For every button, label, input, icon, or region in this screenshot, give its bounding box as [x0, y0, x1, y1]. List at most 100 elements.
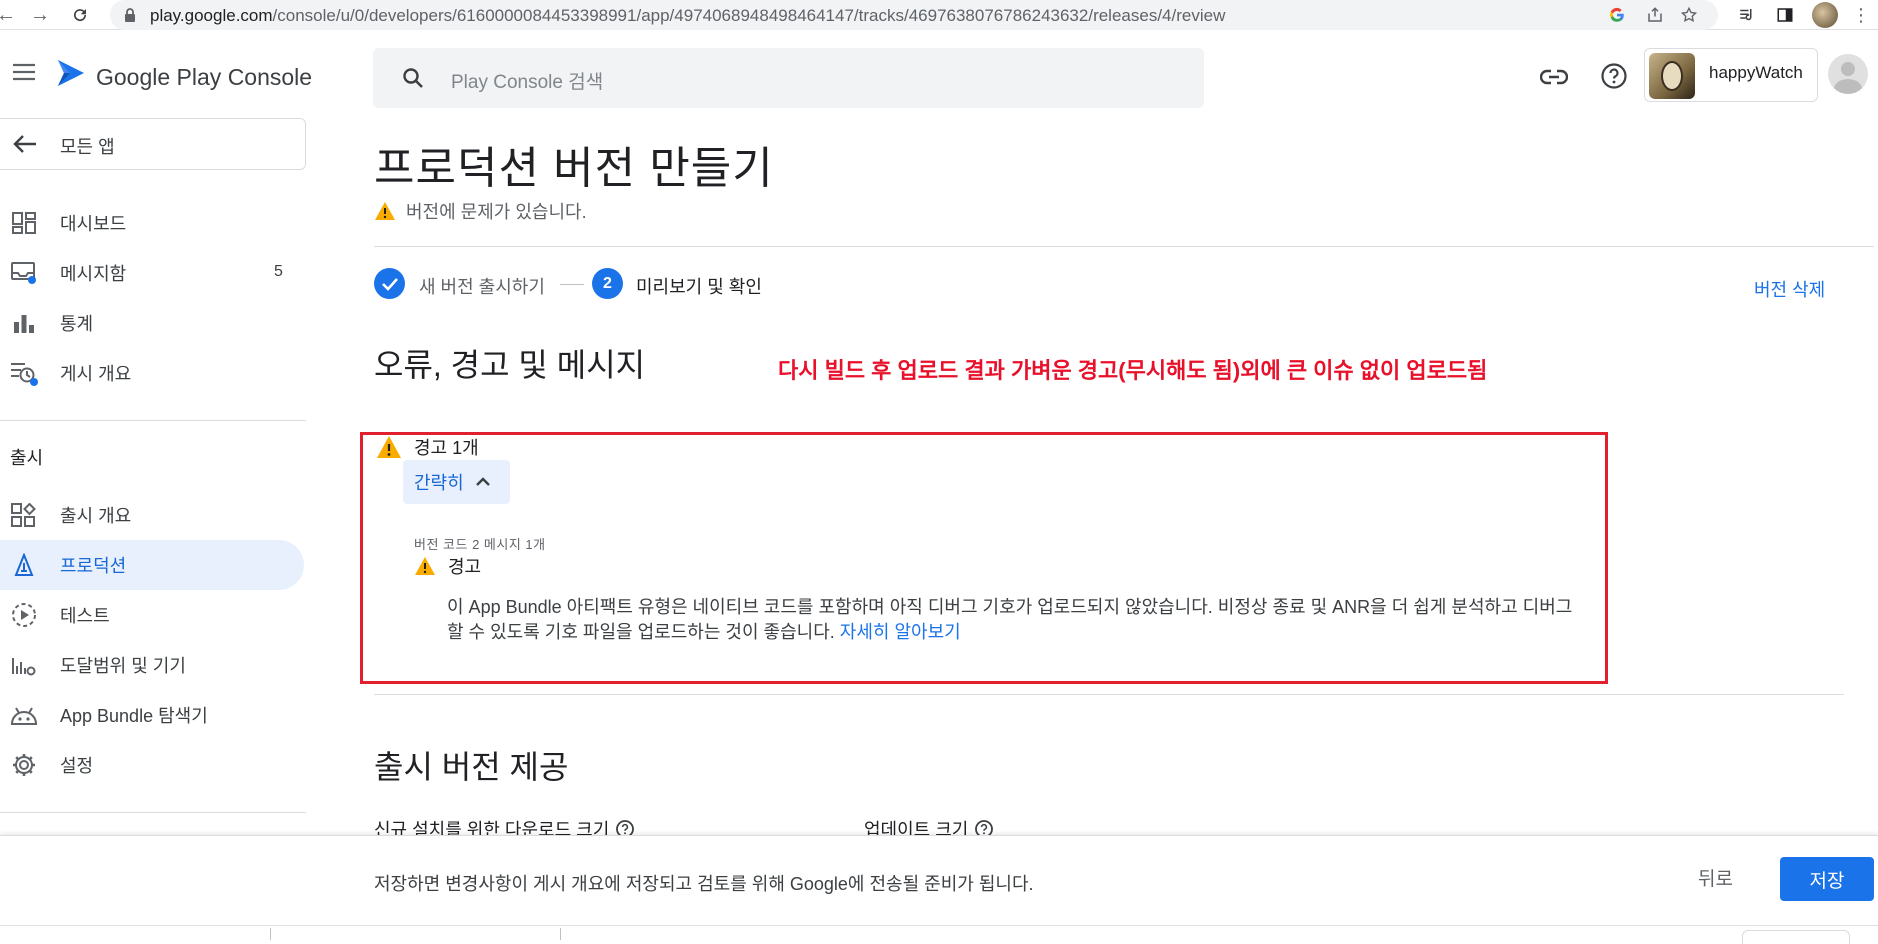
collapse-label: 간략히 — [414, 473, 464, 493]
unread-count-badge: 5 — [274, 263, 283, 280]
all-apps-label: 모든 앱 — [60, 137, 115, 157]
footer-divider — [560, 928, 561, 940]
google-icon[interactable] — [1606, 4, 1628, 26]
release-overview-icon — [10, 501, 38, 529]
bar-chart-icon — [10, 309, 38, 337]
sidebar-item-label: 통계 — [60, 314, 94, 334]
step-2-label: 미리보기 및 확인 — [636, 277, 762, 297]
message-kind-label: 경고 — [448, 557, 482, 577]
message-meta: 버전 코드 2 메시지 1개 — [414, 537, 546, 552]
step-2-number: 2 — [592, 268, 623, 299]
sidebar-divider — [0, 812, 306, 813]
search-bar[interactable]: Play Console 검색 — [373, 48, 1204, 108]
save-notice-text: 저장하면 변경사항이 게시 개요에 저장되고 검토를 위해 Google에 전송… — [374, 874, 1034, 894]
url-path: /console/u/0/developers/6160000084453398… — [272, 6, 1226, 25]
arrow-back-icon — [12, 133, 38, 155]
link-icon[interactable] — [1540, 65, 1568, 89]
sidebar-item-statistics[interactable]: 통계 — [0, 298, 304, 348]
warning-summary: 경고 1개 — [376, 434, 479, 460]
sidebar-item-dashboard[interactable]: 대시보드 — [0, 198, 304, 248]
sidebar-divider — [0, 420, 306, 421]
section-divider — [374, 694, 1844, 695]
page-footer-strip — [0, 925, 1878, 944]
message-kind: 경고 — [414, 553, 481, 579]
share-icon[interactable] — [1644, 4, 1666, 26]
android-icon — [10, 701, 38, 729]
release-delivery-title: 출시 버전 제공 — [374, 749, 569, 785]
developer-account-chip[interactable]: happyWatch — [1644, 48, 1818, 102]
sidebar-item-label: 프로덕션 — [60, 556, 127, 576]
address-bar[interactable]: play.google.com/console/u/0/developers/6… — [110, 0, 1718, 30]
help-icon[interactable] — [1600, 62, 1628, 90]
back-button[interactable]: 뒤로 — [1698, 864, 1733, 891]
search-input[interactable]: Play Console 검색 — [451, 67, 603, 94]
side-panel-icon[interactable] — [1774, 4, 1796, 26]
chevron-up-icon — [475, 477, 490, 487]
warning-icon — [374, 201, 396, 221]
menu-dots-icon[interactable]: ⋮ — [1852, 5, 1870, 26]
sidebar-item-reach-devices[interactable]: 도달범위 및 기기 — [0, 640, 304, 690]
errors-section-title: 오류, 경고 및 메시지 — [374, 347, 646, 383]
profile-avatar[interactable] — [1812, 2, 1838, 28]
warning-message-text: 이 App Bundle 아티팩트 유형은 네이티브 코드를 포함하며 아직 디… — [447, 597, 1573, 642]
play-console-logo-icon — [56, 58, 88, 88]
reach-devices-icon — [10, 651, 38, 679]
sidebar-item-inbox[interactable]: 메시지함 5 — [0, 248, 304, 298]
sidebar-item-label: App Bundle 탐색기 — [60, 706, 208, 726]
sidebar-section-release: 출시 — [10, 448, 44, 468]
save-button[interactable]: 저장 — [1780, 857, 1874, 901]
title-divider — [374, 246, 1874, 247]
learn-more-link[interactable]: 자세히 알아보기 — [840, 622, 961, 642]
problem-text: 버전에 문제가 있습니다. — [406, 202, 587, 222]
sidebar-item-publishing-overview[interactable]: 게시 개요 — [0, 348, 304, 398]
annotation-text: 다시 빌드 후 업로드 결과 가벼운 경고(무시해도 됨)외에 큰 이슈 없이 … — [778, 358, 1488, 383]
page-title: 프로덕션 버전 만들기 — [374, 144, 774, 193]
sidebar-item-label: 출시 개요 — [60, 506, 132, 526]
sidebar-item-testing[interactable]: 테스트 — [0, 590, 304, 640]
sidebar-item-bundle-explorer[interactable]: App Bundle 탐색기 — [0, 690, 304, 740]
account-name: happyWatch — [1709, 63, 1803, 82]
search-icon — [401, 66, 425, 90]
warning-message: 이 App Bundle 아티팩트 유형은 네이티브 코드를 포함하며 아직 디… — [447, 595, 1577, 645]
step-1-label[interactable]: 새 버전 출시하기 — [419, 273, 545, 299]
step-connector — [560, 284, 584, 285]
brand-title[interactable]: Google Play Console — [96, 64, 312, 91]
annotation-highlight-box — [360, 432, 1608, 684]
step-done-check-icon — [374, 268, 405, 299]
sidebar-item-settings[interactable]: 설정 — [0, 740, 304, 790]
url-domain: play.google.com — [150, 6, 273, 25]
testing-icon — [10, 601, 38, 629]
footer-divider — [270, 928, 271, 940]
inbox-icon — [10, 259, 38, 287]
star-icon[interactable] — [1678, 4, 1700, 26]
delete-release-link[interactable]: 버전 삭제 — [1754, 276, 1825, 302]
collapse-button[interactable]: 간략히 — [403, 460, 510, 504]
footer-tab[interactable] — [1742, 930, 1850, 944]
back-arrow-icon[interactable]: ← — [0, 3, 18, 27]
sidebar-item-production[interactable]: 프로덕션 — [0, 540, 304, 590]
reload-icon[interactable] — [68, 3, 92, 27]
sidebar-item-release-overview[interactable]: 출시 개요 — [0, 490, 304, 540]
gear-icon — [10, 751, 38, 779]
warning-count: 경고 1개 — [414, 438, 479, 458]
hamburger-menu-icon[interactable] — [12, 62, 36, 82]
bottom-action-bar: 저장하면 변경사항이 게시 개요에 저장되고 검토를 위해 Google에 전송… — [0, 835, 1878, 925]
all-apps-button[interactable]: 모든 앱 — [0, 118, 306, 170]
media-icon[interactable] — [1736, 4, 1758, 26]
app-header: Google Play Console Play Console 검색 happ… — [0, 30, 1878, 128]
sidebar-item-label: 테스트 — [60, 606, 110, 626]
sidebar-item-label: 설정 — [60, 756, 94, 776]
sidebar-item-label: 메시지함 — [60, 264, 127, 284]
warning-icon — [376, 435, 402, 459]
warning-icon — [414, 556, 436, 576]
publishing-overview-icon — [10, 359, 38, 387]
dashboard-icon — [10, 209, 38, 237]
sidebar-item-label: 도달범위 및 기기 — [60, 656, 186, 676]
sidebar-item-label: 게시 개요 — [60, 364, 132, 384]
forward-arrow-icon[interactable]: → — [28, 3, 52, 27]
user-avatar-icon[interactable] — [1828, 54, 1868, 94]
app-avatar — [1649, 53, 1695, 99]
browser-toolbar: ← → play.google.com/console/u/0/develope… — [0, 0, 1878, 30]
release-problem-notice: 버전에 문제가 있습니다. — [374, 198, 587, 224]
sidebar-item-label: 대시보드 — [60, 214, 127, 234]
